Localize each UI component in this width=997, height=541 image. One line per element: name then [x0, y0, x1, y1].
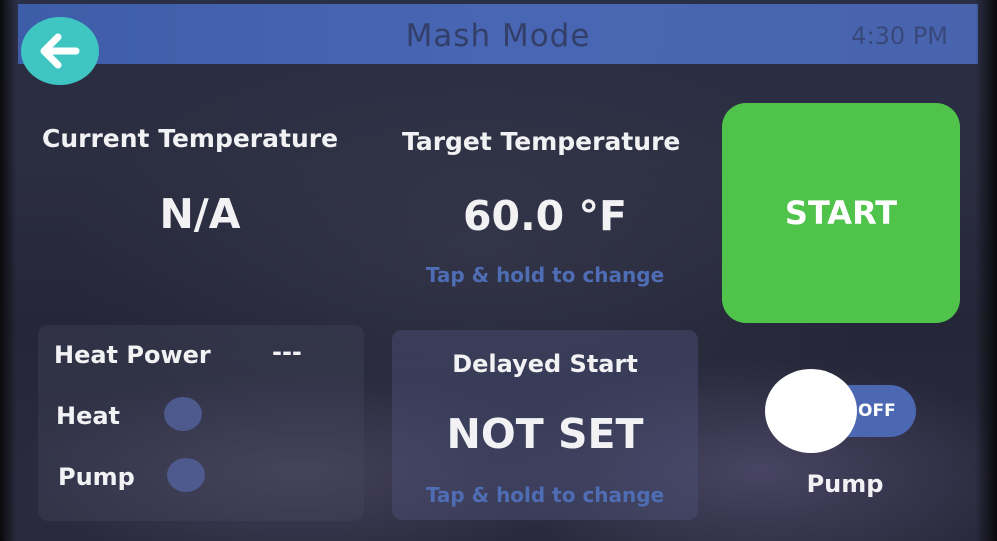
pump-toggle-state: OFF	[858, 401, 896, 421]
device-screen: Mash Mode 4:30 PM Current Temperature N/…	[0, 0, 997, 541]
heat-label: Heat	[56, 402, 121, 430]
pump-toggle-label: Pump	[806, 470, 884, 498]
target-temperature-value[interactable]: 60.0 °F	[392, 192, 698, 240]
bezel-right	[975, 0, 997, 541]
target-temperature-hint: Tap & hold to change	[425, 263, 665, 287]
current-temperature-value: N/A	[159, 190, 241, 238]
arrow-left-icon	[40, 33, 80, 69]
page-title: Mash Mode	[405, 18, 591, 54]
start-button[interactable]: START	[722, 103, 960, 323]
pump-toggle-knob[interactable]	[765, 369, 857, 453]
pump-status-label: Pump	[58, 463, 135, 491]
heat-power-value: ---	[272, 338, 302, 366]
clock-time: 4:30 PM	[851, 22, 948, 50]
header-bar: Mash Mode 4:30 PM	[18, 4, 978, 64]
current-temperature-label: Current Temperature	[42, 124, 339, 153]
bezel-left	[0, 0, 16, 541]
delayed-start-value[interactable]: NOT SET	[392, 410, 698, 458]
delayed-start-hint: Tap & hold to change	[425, 483, 665, 507]
pump-indicator	[167, 458, 205, 492]
heat-indicator	[164, 397, 202, 431]
back-button[interactable]	[21, 17, 99, 85]
target-temperature-label: Target Temperature	[402, 127, 681, 156]
delayed-start-label: Delayed Start	[452, 350, 638, 378]
heat-power-label: Heat Power	[54, 341, 211, 369]
